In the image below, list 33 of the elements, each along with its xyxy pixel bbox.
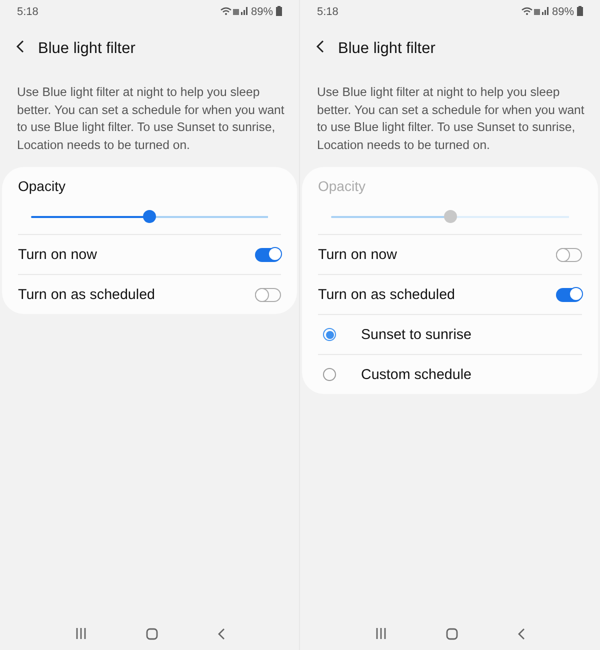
battery-level: 89% — [552, 6, 574, 18]
status-time: 5:18 — [317, 6, 338, 18]
slider-thumb[interactable] — [143, 210, 156, 223]
radio-button[interactable] — [323, 368, 336, 381]
recents-icon[interactable] — [374, 628, 387, 639]
opacity-label: Opacity — [318, 177, 366, 194]
setting-label: Turn on as scheduled — [318, 286, 455, 302]
setting-label: Turn on now — [18, 246, 97, 262]
status-time: 5:18 — [17, 6, 38, 18]
signal-icon — [520, 6, 549, 16]
battery-icon — [276, 6, 282, 16]
option-label: Sunset to sunrise — [361, 326, 472, 342]
toggle-switch[interactable] — [556, 248, 582, 262]
opacity-label: Opacity — [18, 177, 66, 194]
setting-label: Turn on as scheduled — [18, 286, 155, 302]
back-icon[interactable] — [316, 40, 324, 53]
battery-level: 89% — [250, 6, 273, 18]
radio-button[interactable] — [323, 328, 336, 341]
signal-icon — [220, 6, 248, 16]
home-icon[interactable] — [446, 628, 458, 640]
setting-label: Turn on now — [318, 246, 397, 262]
description-text: Use Blue light filter at night to help you sleep better. You can set a schedule for when you want to use Blue light filter. To use Sunset to sunrise, Location needs to be turned on. — [16, 84, 286, 154]
option-label: Custom schedule — [361, 366, 472, 382]
battery-icon — [577, 6, 583, 16]
toggle-switch[interactable] — [255, 248, 281, 262]
page-title: Blue light filter — [338, 40, 436, 58]
description-text: Use Blue light filter at night to help you sleep better. You can set a schedule for when you want to use Blue light filter. To use Sunset to sunrise, Location needs to be turned on. — [316, 84, 586, 154]
home-icon[interactable] — [146, 628, 158, 640]
page-title: Blue light filter — [38, 40, 136, 58]
toggle-switch[interactable] — [556, 288, 582, 302]
recents-icon[interactable] — [74, 628, 86, 639]
back-icon[interactable] — [16, 40, 24, 53]
toggle-switch[interactable] — [255, 288, 281, 302]
